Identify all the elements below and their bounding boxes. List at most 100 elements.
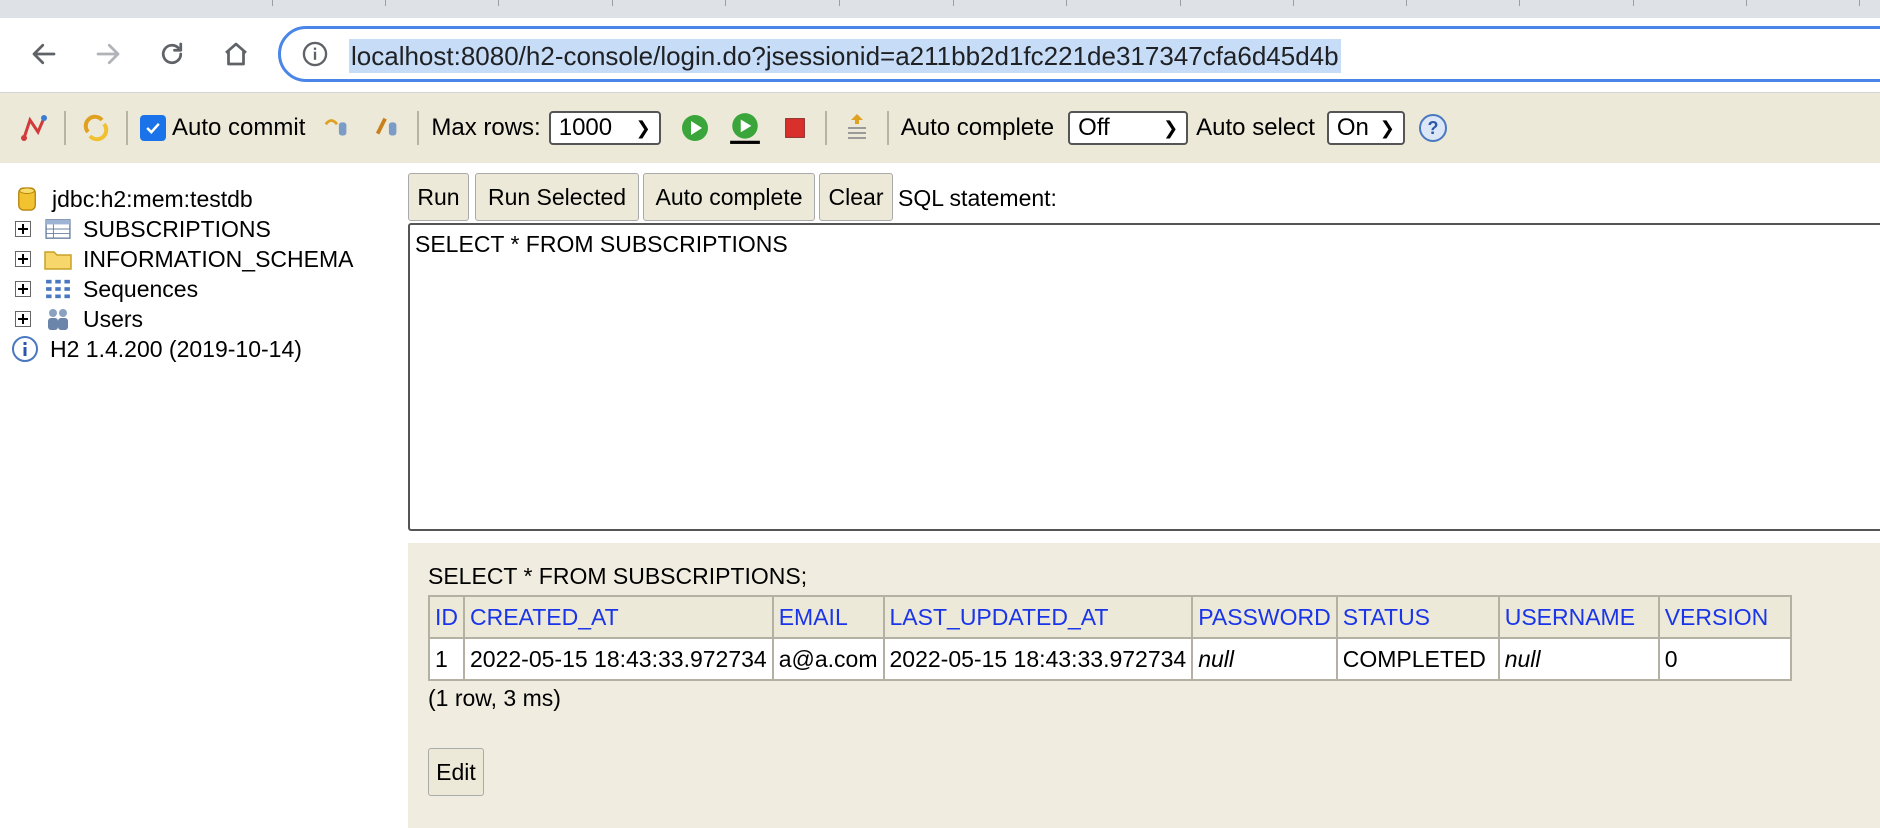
tree-item-information-schema[interactable]: INFORMATION_SCHEMA [0, 243, 353, 275]
tab-divider [385, 0, 386, 6]
sql-statement-label: SQL statement: [898, 185, 1057, 211]
tab-divider [612, 0, 613, 6]
table-cell: COMPLETED [1335, 637, 1500, 681]
reload-icon [161, 42, 183, 65]
tree-item-subscriptions[interactable]: SUBSCRIPTIONS [0, 213, 271, 245]
back-arrow-icon [32, 43, 56, 65]
max-rows-value: 1000 [558, 114, 613, 141]
tab-divider [1633, 0, 1634, 6]
tab-divider [725, 0, 726, 6]
expand-icon[interactable] [15, 311, 31, 327]
toolbar-separator [417, 111, 420, 145]
tree-connection-label[interactable]: jdbc:h2:mem:testdb [52, 186, 253, 213]
toolbar-separator [126, 111, 128, 145]
max-rows-label: Max rows: [431, 114, 541, 141]
users-icon [43, 304, 73, 334]
tab-divider [1746, 0, 1747, 6]
browser-navbar: localhost:8080/h2-console/login.do?jsess… [0, 18, 1880, 93]
max-rows-select[interactable]: 1000 ❯ [548, 111, 661, 145]
version-label: H2 1.4.200 (2019-10-14) [50, 335, 302, 362]
auto-commit-checkbox[interactable] [140, 115, 166, 141]
query-panel: Run Run Selected Auto complete Clear SQL… [405, 163, 1880, 543]
toolbar-separator [886, 111, 889, 145]
refresh-icon[interactable] [78, 110, 114, 146]
site-info-icon[interactable] [301, 40, 329, 68]
table-cell: a@a.com [771, 637, 885, 681]
rollback-icon[interactable] [319, 110, 355, 146]
column-header-status[interactable]: STATUS [1335, 595, 1500, 639]
schema-tree: jdbc:h2:mem:testdb SUBSCRIPTIONS INFORMA… [0, 163, 405, 828]
tab-divider [1406, 0, 1407, 6]
history-icon[interactable] [839, 110, 875, 146]
commit-icon[interactable] [369, 110, 405, 146]
stop-icon[interactable] [777, 110, 813, 146]
tree-item-label[interactable]: Sequences [83, 276, 198, 303]
table-cell: 0 [1657, 637, 1792, 681]
expand-icon[interactable] [15, 281, 31, 297]
clear-button[interactable]: Clear [819, 173, 893, 221]
forward-arrow-icon [96, 43, 120, 65]
tab-divider [1066, 0, 1067, 6]
column-header-username[interactable]: USERNAME [1497, 595, 1660, 639]
tab-divider [1859, 0, 1860, 6]
column-header-version[interactable]: VERSION [1657, 595, 1792, 639]
run-icon[interactable] [677, 110, 713, 146]
browser-tab-strip [0, 0, 1880, 19]
url-text[interactable]: localhost:8080/h2-console/login.do?jsess… [349, 39, 1341, 73]
tree-item-users[interactable]: Users [0, 303, 143, 335]
tree-item-sequences[interactable]: Sequences [0, 273, 198, 305]
tab-divider [1293, 0, 1294, 6]
chevron-down-icon: ❯ [1379, 117, 1395, 138]
auto-complete-select[interactable]: Off ❯ [1068, 111, 1189, 145]
tree-item-label[interactable]: INFORMATION_SCHEMA [83, 246, 353, 273]
tree-version: H2 1.4.200 (2019-10-14) [0, 333, 302, 365]
tree-connection[interactable]: jdbc:h2:mem:testdb [0, 183, 253, 215]
chevron-down-icon: ❯ [1163, 117, 1179, 138]
table-cell: 2022-05-15 18:43:33.972734 [882, 637, 1194, 681]
auto-complete-button[interactable]: Auto complete [643, 173, 815, 221]
column-header-email[interactable]: EMAIL [771, 595, 885, 639]
result-statement: SELECT * FROM SUBSCRIPTIONS; [428, 563, 808, 589]
tab-divider [839, 0, 840, 6]
table-cell: null [1497, 637, 1660, 681]
info-icon [10, 334, 40, 364]
run-selected-button[interactable]: Run Selected [475, 173, 639, 221]
reload-button[interactable] [150, 32, 194, 76]
auto-select-select[interactable]: On ❯ [1326, 111, 1405, 145]
tab-divider [1180, 0, 1181, 6]
tab-divider [272, 0, 273, 6]
expand-icon[interactable] [15, 251, 31, 267]
forward-button[interactable] [86, 32, 130, 76]
tree-item-label[interactable]: SUBSCRIPTIONS [83, 216, 271, 243]
run-button[interactable]: Run [408, 173, 469, 221]
table-cell: 1 [428, 637, 465, 681]
home-button[interactable] [214, 32, 258, 76]
expand-icon[interactable] [15, 221, 31, 237]
column-header-password[interactable]: PASSWORD [1191, 595, 1338, 639]
table-header-row: ID CREATED_AT EMAIL LAST_UPDATED_AT PASS… [428, 595, 1792, 639]
results-panel: SELECT * FROM SUBSCRIPTIONS; ID CREATED_… [408, 543, 1880, 828]
tree-item-label[interactable]: Users [83, 306, 143, 333]
tab-divider [1519, 0, 1520, 6]
auto-commit-label: Auto commit [172, 114, 306, 141]
column-header-created-at[interactable]: CREATED_AT [463, 595, 774, 639]
disconnect-icon[interactable] [16, 110, 52, 146]
results-table: ID CREATED_AT EMAIL LAST_UPDATED_AT PASS… [428, 595, 1792, 681]
help-glyph: ? [1427, 118, 1438, 138]
auto-complete-label: Auto complete [900, 114, 1055, 141]
table-cell: 2022-05-15 18:43:33.972734 [463, 637, 774, 681]
run-selected-icon[interactable] [727, 110, 763, 146]
auto-complete-value: Off [1078, 114, 1110, 141]
home-icon [225, 42, 247, 66]
table-row: 1 2022-05-15 18:43:33.972734 a@a.com 202… [428, 637, 1792, 681]
sequences-icon [43, 274, 73, 304]
help-icon[interactable]: ? [1415, 110, 1451, 146]
address-bar[interactable]: localhost:8080/h2-console/login.do?jsess… [278, 26, 1880, 82]
result-summary: (1 row, 3 ms) [428, 685, 561, 711]
column-header-last-updated-at[interactable]: LAST_UPDATED_AT [882, 595, 1194, 639]
back-button[interactable] [22, 32, 66, 76]
column-header-id[interactable]: ID [428, 595, 465, 639]
chevron-down-icon: ❯ [635, 117, 651, 138]
sql-editor[interactable]: SELECT * FROM SUBSCRIPTIONS [408, 223, 1880, 531]
edit-button[interactable]: Edit [428, 748, 484, 796]
